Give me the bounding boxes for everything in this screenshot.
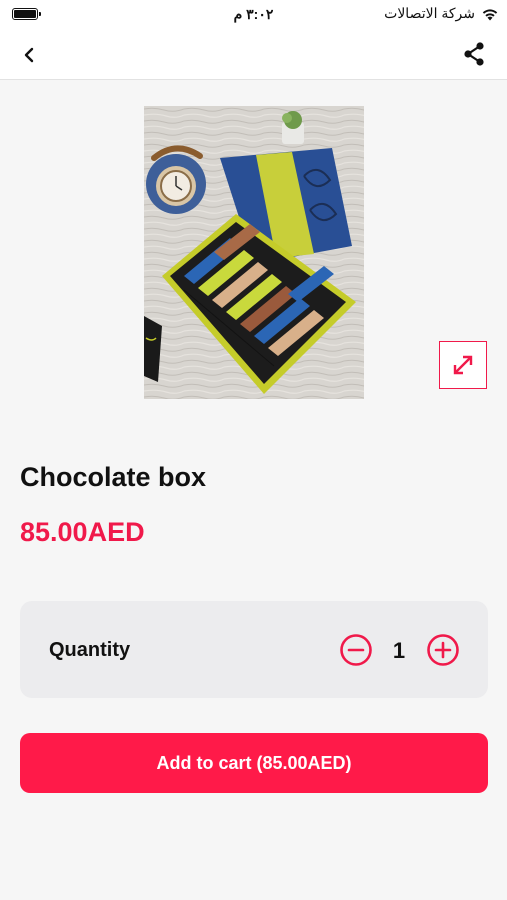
add-to-cart-button[interactable]: Add to cart (85.00AED) <box>20 733 488 793</box>
wifi-icon <box>482 8 498 20</box>
status-right: شركة الاتصالات <box>384 5 499 22</box>
back-button[interactable] <box>14 40 44 70</box>
nav-bar <box>0 28 507 80</box>
share-icon <box>464 42 484 66</box>
share-button[interactable] <box>459 39 489 69</box>
quantity-value: 1 <box>392 638 406 663</box>
product-title: Chocolate box <box>20 462 207 492</box>
quantity-card: Quantity 1 <box>20 601 488 698</box>
carrier-name: شركة الاتصالات <box>384 5 475 21</box>
expand-arrows-icon <box>453 355 473 375</box>
increase-quantity-button[interactable] <box>426 633 460 667</box>
chevron-left-icon <box>24 47 34 63</box>
product-image[interactable] <box>144 106 364 399</box>
product-price: 85.00AED <box>20 517 145 547</box>
status-bar: ٣:٠٢ م شركة الاتصالات <box>0 0 507 28</box>
product-photo <box>144 106 364 399</box>
expand-image-button[interactable] <box>439 341 487 389</box>
decrease-quantity-button[interactable] <box>339 633 373 667</box>
quantity-label: Quantity <box>49 639 131 661</box>
